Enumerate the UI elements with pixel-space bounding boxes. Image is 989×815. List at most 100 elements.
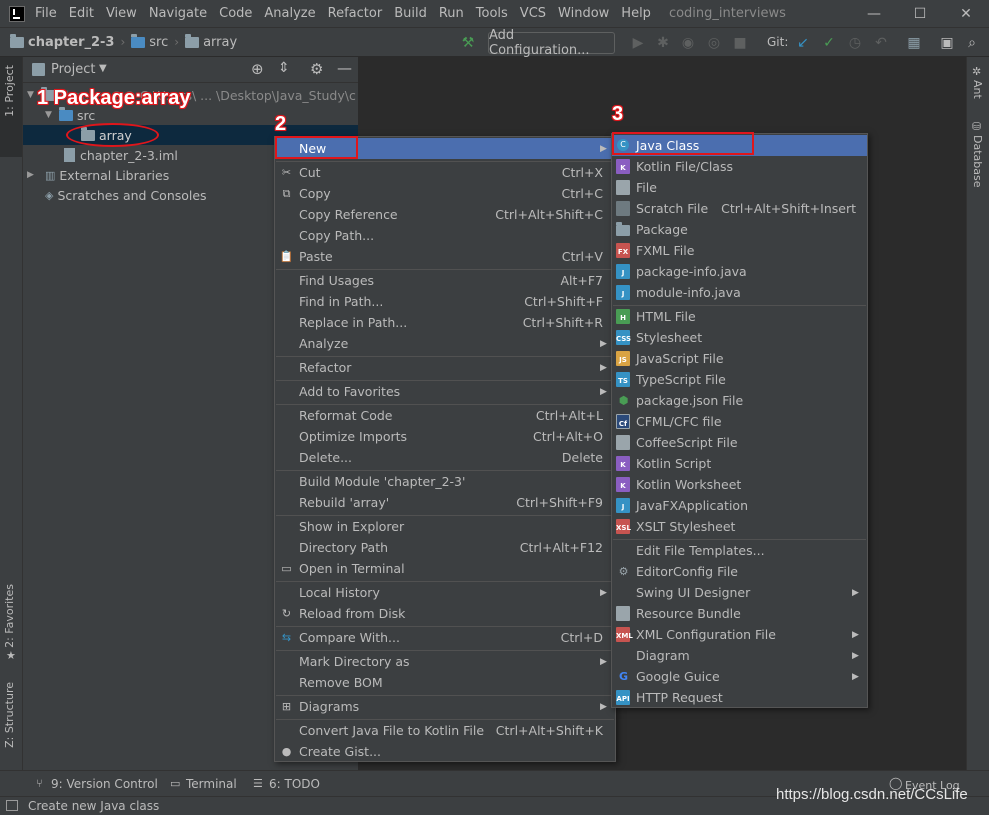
- menu-delete[interactable]: Delete... Delete: [275, 447, 615, 468]
- search-everywhere-icon[interactable]: ⌕: [964, 35, 980, 51]
- new-google-guice[interactable]: G Google Guice ▶: [612, 666, 867, 687]
- new-javascript-file[interactable]: JS JavaScript File: [612, 348, 867, 369]
- new-package[interactable]: Package: [612, 219, 867, 240]
- git-rollback-icon[interactable]: ↶: [873, 35, 889, 51]
- close-window-button[interactable]: ✕: [943, 0, 989, 27]
- menu-run[interactable]: Run: [439, 6, 464, 21]
- new-diagram[interactable]: Diagram ▶: [612, 645, 867, 666]
- collapse-all-icon[interactable]: ⇕: [278, 60, 290, 76]
- menu-replace-in-path[interactable]: Replace in Path... Ctrl+Shift+R: [275, 312, 615, 333]
- new-html-file[interactable]: H HTML File: [612, 306, 867, 327]
- chevron-down-icon[interactable]: ▼: [99, 63, 107, 74]
- status-toggle-icon[interactable]: [6, 800, 18, 811]
- menu-view[interactable]: View: [106, 6, 137, 21]
- run-icon[interactable]: ▶: [630, 35, 646, 51]
- menu-compare-with[interactable]: ⇆ Compare With... Ctrl+D: [275, 627, 615, 648]
- expand-arrow-icon[interactable]: ▼: [45, 110, 55, 120]
- new-coffeescript-file[interactable]: CoffeeScript File: [612, 432, 867, 453]
- menu-reformat-code[interactable]: Reformat Code Ctrl+Alt+L: [275, 405, 615, 426]
- expand-arrow-icon[interactable]: ▶: [27, 170, 37, 180]
- build-hammer-icon[interactable]: ⚒: [460, 35, 476, 51]
- menu-find-usages[interactable]: Find Usages Alt+F7: [275, 270, 615, 291]
- menu-analyze[interactable]: Analyze ▶: [275, 333, 615, 354]
- add-configuration-button[interactable]: Add Configuration...: [488, 28, 615, 58]
- menu-analyze[interactable]: Analyze: [264, 6, 315, 21]
- git-update-icon[interactable]: ↙: [795, 35, 811, 51]
- menu-copy-reference[interactable]: Copy Reference Ctrl+Alt+Shift+C: [275, 204, 615, 225]
- new-module-info[interactable]: J module-info.java: [612, 282, 867, 303]
- new-http-request[interactable]: API HTTP Request: [612, 687, 867, 708]
- menu-edit[interactable]: Edit: [69, 6, 94, 21]
- menu-copy-path[interactable]: Copy Path...: [275, 225, 615, 246]
- ant-tool-tab[interactable]: Ant: [971, 80, 984, 99]
- menu-mark-directory[interactable]: Mark Directory as ▶: [275, 651, 615, 672]
- project-structure-icon[interactable]: ▦: [906, 35, 922, 51]
- menu-build-module[interactable]: Build Module 'chapter_2-3': [275, 471, 615, 492]
- new-editorconfig-file[interactable]: ⚙ EditorConfig File: [612, 561, 867, 582]
- todo-tab[interactable]: 6: TODO: [269, 777, 320, 791]
- structure-tool-tab[interactable]: Z: Structure: [3, 682, 16, 748]
- new-package-json[interactable]: ⬢ package.json File: [612, 390, 867, 411]
- git-history-icon[interactable]: ◷: [847, 35, 863, 51]
- project-view-title[interactable]: Project: [51, 62, 95, 77]
- menu-vcs[interactable]: VCS: [520, 6, 546, 21]
- maximize-button[interactable]: ☐: [897, 0, 943, 27]
- menu-add-favorites[interactable]: Add to Favorites ▶: [275, 381, 615, 402]
- new-fxml-file[interactable]: FX FXML File: [612, 240, 867, 261]
- menu-copy[interactable]: ⧉ Copy Ctrl+C: [275, 183, 615, 204]
- menu-window[interactable]: Window: [558, 6, 609, 21]
- version-control-tab[interactable]: 9: Version Control: [51, 777, 158, 791]
- menu-local-history[interactable]: Local History ▶: [275, 582, 615, 603]
- menu-file[interactable]: File: [35, 6, 57, 21]
- new-kotlin-worksheet[interactable]: K Kotlin Worksheet: [612, 474, 867, 495]
- menu-open-in-terminal[interactable]: ▭ Open in Terminal: [275, 558, 615, 579]
- menu-remove-bom[interactable]: Remove BOM: [275, 672, 615, 693]
- new-file[interactable]: File: [612, 177, 867, 198]
- new-stylesheet[interactable]: CSS Stylesheet: [612, 327, 867, 348]
- menu-build[interactable]: Build: [394, 6, 427, 21]
- menu-code[interactable]: Code: [219, 6, 252, 21]
- favorites-tool-tab[interactable]: 2: Favorites: [3, 584, 16, 648]
- project-tool-tab[interactable]: 1: Project: [3, 65, 16, 117]
- menu-optimize-imports[interactable]: Optimize Imports Ctrl+Alt+O: [275, 426, 615, 447]
- breadcrumb-src[interactable]: src: [131, 33, 168, 50]
- new-resource-bundle[interactable]: Resource Bundle: [612, 603, 867, 624]
- menu-navigate[interactable]: Navigate: [149, 6, 207, 21]
- menu-create-gist[interactable]: ● Create Gist...: [275, 741, 615, 762]
- menu-diagrams[interactable]: ⊞ Diagrams ▶: [275, 696, 615, 717]
- expand-arrow-icon[interactable]: ▼: [27, 90, 37, 100]
- menu-show-in-explorer[interactable]: Show in Explorer: [275, 516, 615, 537]
- new-cfml-file[interactable]: Cf CFML/CFC file: [612, 411, 867, 432]
- profile-icon[interactable]: ◎: [706, 35, 722, 51]
- debug-icon[interactable]: ✱: [655, 35, 671, 51]
- menu-find-in-path[interactable]: Find in Path... Ctrl+Shift+F: [275, 291, 615, 312]
- new-swing-ui-designer[interactable]: Swing UI Designer ▶: [612, 582, 867, 603]
- menu-reload-from-disk[interactable]: ↻ Reload from Disk: [275, 603, 615, 624]
- new-edit-file-templates[interactable]: Edit File Templates...: [612, 540, 867, 561]
- new-typescript-file[interactable]: TS TypeScript File: [612, 369, 867, 390]
- menu-paste[interactable]: 📋 Paste Ctrl+V: [275, 246, 615, 267]
- new-xslt-stylesheet[interactable]: XSL XSLT Stylesheet: [612, 516, 867, 537]
- terminal-tab[interactable]: Terminal: [186, 777, 237, 791]
- new-package-info[interactable]: J package-info.java: [612, 261, 867, 282]
- coverage-icon[interactable]: ◉: [680, 35, 696, 51]
- new-xml-configuration[interactable]: XML XML Configuration File ▶: [612, 624, 867, 645]
- breadcrumb-array[interactable]: array: [185, 33, 237, 50]
- menu-refactor[interactable]: Refactor: [328, 6, 383, 21]
- new-kotlin-file[interactable]: K Kotlin File/Class: [612, 156, 867, 177]
- hide-panel-icon[interactable]: —: [337, 59, 352, 77]
- gear-icon[interactable]: ⚙: [310, 60, 323, 78]
- breadcrumb-project[interactable]: chapter_2-3: [10, 33, 114, 50]
- menu-help[interactable]: Help: [621, 6, 651, 21]
- presentation-icon[interactable]: ▣: [939, 35, 955, 51]
- locate-file-icon[interactable]: ⊕: [251, 60, 264, 78]
- new-scratch-file[interactable]: Scratch File Ctrl+Alt+Shift+Insert: [612, 198, 867, 219]
- database-tool-tab[interactable]: Database: [971, 135, 984, 188]
- menu-directory-path[interactable]: Directory Path Ctrl+Alt+F12: [275, 537, 615, 558]
- menu-rebuild[interactable]: Rebuild 'array' Ctrl+Shift+F9: [275, 492, 615, 513]
- menu-refactor[interactable]: Refactor ▶: [275, 357, 615, 378]
- minimize-button[interactable]: —: [851, 0, 897, 27]
- menu-convert-to-kotlin[interactable]: Convert Java File to Kotlin File Ctrl+Al…: [275, 720, 615, 741]
- stop-icon[interactable]: ■: [732, 35, 748, 51]
- menu-cut[interactable]: ✂ Cut Ctrl+X: [275, 162, 615, 183]
